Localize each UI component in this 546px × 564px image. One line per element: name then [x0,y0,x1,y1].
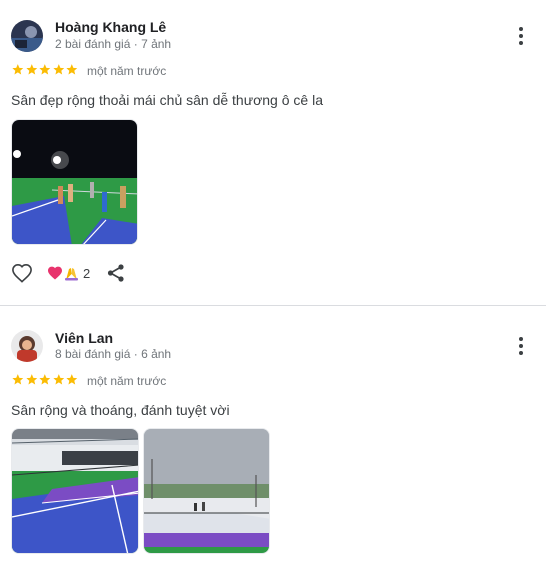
share-icon[interactable] [106,263,126,283]
review-photo[interactable] [11,119,138,245]
review-text: Sân đẹp rộng thoải mái chủ sân dễ thương… [11,92,323,108]
reaction-count: 2 [83,266,91,281]
review-card: Hoàng Khang Lê 2 bài đánh giá · 7 ảnh mộ… [0,0,546,305]
more-vert-icon[interactable] [510,25,532,47]
reviewer-meta: 8 bài đánh giá · 6 ảnh [55,347,172,361]
praying-hands-icon [65,268,78,281]
star-icon [53,64,64,75]
reviewer-name[interactable]: Hoàng Khang Lê [55,19,166,35]
star-icon [25,374,37,385]
star-icon [66,64,78,75]
star-icon [12,64,24,75]
star-icon [25,64,37,75]
avatar[interactable] [11,20,43,52]
reviewer-meta: 2 bài đánh giá · 7 ảnh [55,37,172,51]
review-time: một năm trước [87,64,167,78]
review-card: Viên Lan 8 bài đánh giá · 6 ảnh một năm … [0,306,546,564]
star-rating [11,373,79,386]
heart-icon [48,266,62,280]
review-text: Sân rộng và thoáng, đánh tuyệt vời [11,402,230,418]
review-photo[interactable] [143,428,270,554]
star-icon [53,374,64,385]
review-time: một năm trước [87,374,167,388]
star-rating [11,63,79,76]
star-icon [66,374,78,385]
star-icon [12,374,24,385]
reactions[interactable] [47,265,79,281]
heart-outline-icon[interactable] [11,263,33,283]
review-photo[interactable] [11,428,139,554]
star-icon [39,374,51,385]
review-actions: 2 [11,262,141,284]
reviewer-name[interactable]: Viên Lan [55,330,113,346]
star-icon [39,64,51,75]
more-vert-icon[interactable] [510,335,532,357]
avatar[interactable] [11,330,43,362]
